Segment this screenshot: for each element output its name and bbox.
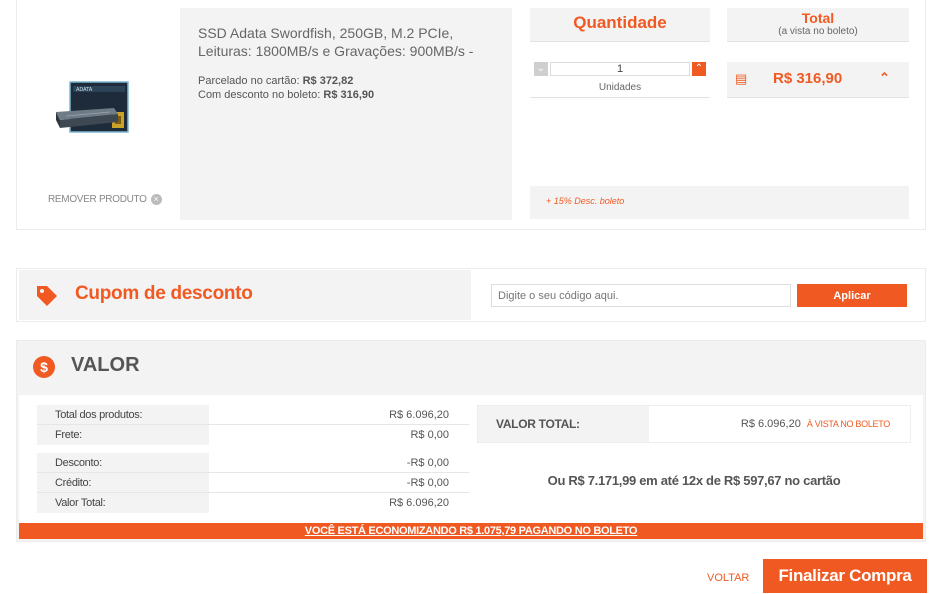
totals-table-top: Total dos produtos: R$ 6.096,20 Frete: R… — [37, 405, 469, 445]
quantity-stepper: ⌄ 1 ⌃ Unidades — [530, 58, 710, 98]
chevron-up-icon: ⌃ — [879, 70, 890, 85]
totals-table-bottom: Desconto: -R$ 0,00 Crédito: -R$ 0,00 Val… — [37, 453, 469, 513]
row-label: Frete: — [37, 425, 209, 445]
back-link[interactable]: VOLTAR — [707, 572, 749, 584]
grand-total-box: VALOR TOTAL: R$ 6.096,20 À VISTA NO BOLE… — [477, 405, 911, 443]
row-value: -R$ 0,00 — [406, 477, 449, 489]
product-image: ADATA — [56, 81, 129, 133]
remove-product-link[interactable]: REMOVER PRODUTO × — [48, 194, 162, 205]
total-value: R$ 316,90 — [773, 70, 843, 87]
quantity-header: Quantidade — [573, 13, 667, 32]
grand-total-value: R$ 6.096,20 — [740, 418, 801, 430]
apply-coupon-button[interactable]: Aplicar — [797, 284, 907, 307]
row-label: Desconto: — [37, 453, 209, 472]
card-offer-text: Ou R$ 7.171,99 em até 12x de R$ 597,67 n… — [547, 473, 841, 488]
total-subheader: (a vista no boleto) — [778, 26, 858, 37]
quantity-cell: Quantidade ⌄ 1 ⌃ Unidades — [530, 8, 710, 98]
table-row: Desconto: -R$ 0,00 — [37, 453, 469, 473]
product-name-line2: Leituras: 1800MB/s e Gravações: 900MB/s … — [198, 43, 474, 59]
promo-text: + 15% Desc. boleto — [546, 196, 625, 206]
coupon-section: Cupom de desconto Aplicar — [16, 268, 926, 322]
total-value-box: ▤ R$ 316,90 ⌃ — [727, 62, 909, 98]
dollar-icon: $ — [33, 356, 55, 378]
product-name[interactable]: SSD Adata Swordfish, 250GB, M.2 PCIe, Le… — [198, 24, 473, 60]
row-label: Total dos produtos: — [37, 405, 209, 424]
installment-value: R$ 372,82 — [302, 75, 354, 87]
quantity-header-box: Quantidade — [530, 8, 710, 42]
increase-button[interactable]: ⌃ — [692, 62, 706, 76]
product-info-cell: SSD Adata Swordfish, 250GB, M.2 PCIe, Le… — [180, 8, 512, 220]
finish-purchase-button[interactable]: Finalizar Compra — [763, 559, 927, 593]
table-row: Valor Total: R$ 6.096,20 — [37, 493, 469, 513]
grand-total-note: À VISTA NO BOLETO — [806, 419, 890, 429]
valor-header: $ VALOR — [17, 341, 925, 391]
row-value: R$ 6.096,20 — [389, 497, 449, 509]
coupon-title-box: Cupom de desconto — [19, 270, 471, 320]
boleto-discount-label: Com desconto no boleto: — [198, 89, 321, 101]
remove-icon: × — [150, 194, 162, 205]
row-label: Valor Total: — [37, 493, 209, 513]
chevron-up-icon: ⌃ — [694, 63, 704, 74]
grand-total-value-group: R$ 6.096,20 À VISTA NO BOLETO — [649, 406, 910, 442]
valor-section: $ VALOR Total dos produtos: R$ 6.096,20 … — [16, 340, 926, 542]
row-value: R$ 0,00 — [410, 429, 449, 441]
product-name-line1: SSD Adata Swordfish, 250GB, M.2 PCIe, — [198, 25, 454, 41]
row-label: Crédito: — [37, 473, 209, 492]
coupon-title: Cupom de desconto — [75, 283, 253, 304]
product-prices: Parcelado no cartão: R$ 372,82 Com desco… — [198, 74, 374, 102]
product-image-cell: ADATA REMOVER PRODUTO × — [18, 8, 178, 220]
list-icon: ▤ — [735, 71, 748, 86]
chevron-down-icon: ⌄ — [536, 63, 546, 74]
quantity-unit-label: Unidades — [598, 82, 642, 93]
total-header-box: Total (a vista no boleto) — [727, 8, 909, 42]
boleto-discount-value: R$ 316,90 — [323, 89, 375, 101]
row-value: R$ 6.096,20 — [389, 409, 449, 421]
installment-label: Parcelado no cartão: — [198, 75, 300, 87]
promo-cell: + 15% Desc. boleto — [530, 186, 909, 219]
table-row: Total dos produtos: R$ 6.096,20 — [37, 405, 469, 425]
expand-toggle[interactable]: ⌃ — [879, 70, 890, 86]
tag-icon — [37, 286, 57, 306]
decrease-button[interactable]: ⌄ — [534, 62, 548, 76]
total-cell: Total (a vista no boleto) ▤ R$ 316,90 ⌃ — [727, 8, 909, 98]
row-value: -R$ 0,00 — [406, 457, 449, 469]
table-row: Crédito: -R$ 0,00 — [37, 473, 469, 493]
quantity-input[interactable]: 1 — [550, 62, 690, 76]
coupon-code-input[interactable] — [491, 284, 791, 307]
svg-text:ADATA: ADATA — [76, 87, 93, 93]
total-header: Total — [801, 10, 835, 26]
savings-banner: VOCÊ ESTÁ ECONOMIZANDO R$ 1.075,79 PAGAN… — [19, 523, 923, 539]
valor-body: Total dos produtos: R$ 6.096,20 Frete: R… — [19, 395, 923, 523]
savings-banner-text: VOCÊ ESTÁ ECONOMIZANDO R$ 1.075,79 PAGAN… — [304, 525, 638, 537]
valor-title: VALOR — [71, 354, 140, 376]
grand-total-label: VALOR TOTAL: — [478, 406, 650, 442]
table-row: Frete: R$ 0,00 — [37, 425, 469, 445]
remove-product-label: REMOVER PRODUTO — [48, 194, 147, 205]
